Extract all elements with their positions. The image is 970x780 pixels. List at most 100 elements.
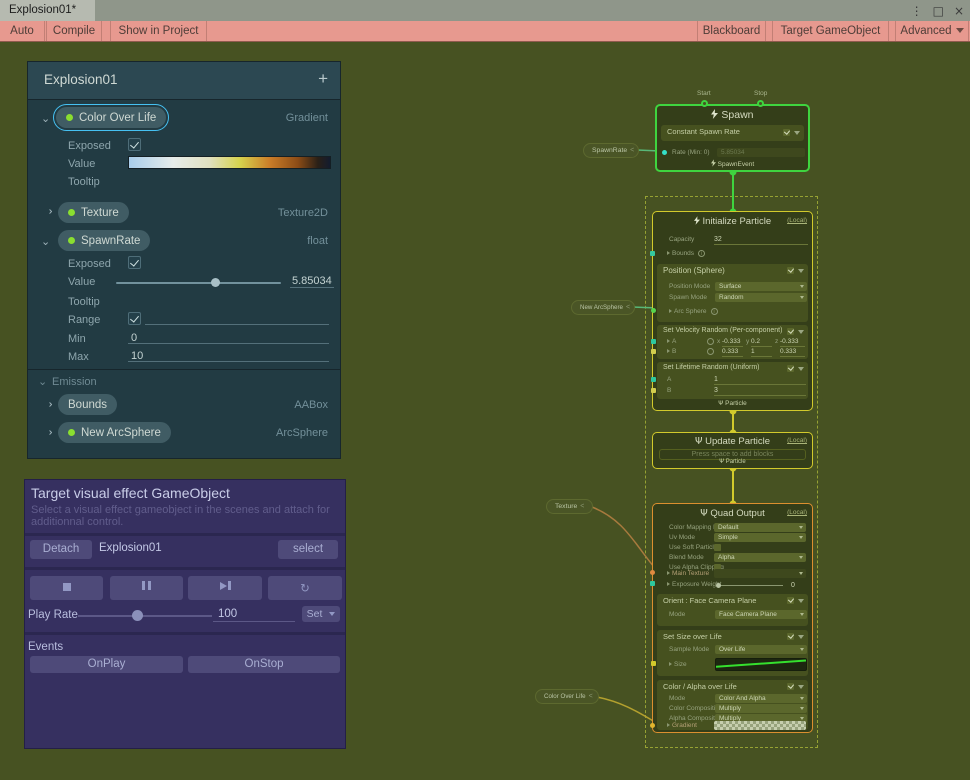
category-emission[interactable]: Emission: [52, 376, 97, 388]
space-local-link[interactable]: (Local): [787, 437, 807, 444]
expander-icon[interactable]: [667, 582, 670, 586]
block-enabled-checkbox[interactable]: [787, 365, 794, 372]
constant-spawn-rate-block[interactable]: Constant Spawn Rate: [661, 125, 804, 141]
bounds-input-port[interactable]: [650, 251, 655, 256]
chevron-right-icon[interactable]: ⌄: [42, 400, 55, 409]
velocity-b-input-port[interactable]: [651, 349, 656, 354]
window-menu-icon[interactable]: ⋮: [911, 4, 923, 18]
expander-icon[interactable]: [667, 571, 670, 575]
lifetime-a-field[interactable]: 1: [714, 375, 806, 385]
parameter-texture[interactable]: Texture: [58, 202, 129, 223]
play-rate-slider-thumb[interactable]: [132, 610, 143, 621]
sample-mode-dropdown[interactable]: Over Life: [715, 645, 807, 654]
step-button[interactable]: [188, 576, 262, 600]
stop-port[interactable]: [757, 100, 764, 107]
block-collapse-icon[interactable]: [798, 269, 804, 273]
initialize-particle-node[interactable]: Initialize Particle (Local) Capacity 32 …: [652, 211, 813, 411]
advanced-dropdown-button[interactable]: Advanced: [895, 21, 969, 41]
block-collapse-icon[interactable]: [794, 131, 800, 135]
parameter-spawnrate[interactable]: SpawnRate: [58, 230, 150, 251]
main-texture-field[interactable]: [714, 569, 806, 578]
arc-sphere-input-port[interactable]: [651, 308, 656, 313]
orient-block[interactable]: Orient : Face Camera Plane Mode Face Cam…: [657, 594, 808, 626]
spawn-mode-dropdown[interactable]: Random: [715, 293, 807, 302]
exposure-slider[interactable]: [717, 585, 783, 586]
set-rate-button[interactable]: Set: [302, 606, 340, 622]
position-mode-dropdown[interactable]: Surface: [715, 282, 807, 291]
expander-icon[interactable]: [667, 723, 670, 727]
parameter-node-new-arcsphere[interactable]: New ArcSphere <: [571, 300, 635, 315]
spawnevent-output-port-label[interactable]: SpawnEvent: [657, 159, 808, 169]
play-rate-slider[interactable]: [78, 615, 212, 617]
color-mapping-mode-dropdown[interactable]: Default: [714, 523, 806, 532]
quad-output-node[interactable]: Ψ Quad Output (Local) Color Mapping Mode…: [652, 503, 813, 733]
gradient-value-field[interactable]: [714, 721, 806, 730]
parameter-node-spawnrate[interactable]: SpawnRate <: [583, 143, 639, 158]
value-slider[interactable]: [116, 282, 281, 284]
exposed-checkbox[interactable]: [128, 138, 141, 151]
show-in-project-button[interactable]: Show in Project: [110, 21, 207, 41]
use-soft-particle-checkbox[interactable]: [714, 544, 721, 551]
rate-value-field[interactable]: 5.85034: [717, 148, 805, 157]
main-texture-input-port[interactable]: [650, 570, 655, 575]
velocity-a-z-field[interactable]: -0.333: [780, 337, 805, 347]
parameter-bounds[interactable]: Bounds: [58, 394, 117, 415]
parameter-node-color-over-life[interactable]: Color Over Life <: [535, 689, 599, 704]
target-gameobject-panel[interactable]: Target visual effect GameObject Select a…: [25, 480, 345, 748]
expander-icon[interactable]: [667, 251, 670, 255]
max-field[interactable]: 10: [131, 350, 143, 362]
space-local-link[interactable]: (Local): [787, 217, 807, 224]
target-gameobject-toggle-button[interactable]: Target GameObject: [772, 21, 889, 41]
velocity-a-y-field[interactable]: 0.2: [751, 337, 772, 347]
block-enabled-checkbox[interactable]: [787, 633, 794, 640]
block-enabled-checkbox[interactable]: [787, 328, 794, 335]
block-collapse-icon[interactable]: [798, 635, 804, 639]
collapse-chevron-icon[interactable]: <: [630, 147, 634, 154]
gradient-preview[interactable]: [128, 156, 331, 169]
auto-button[interactable]: Auto: [0, 21, 45, 41]
parameter-node-texture[interactable]: Texture <: [546, 499, 593, 514]
tab-explosion01[interactable]: Explosion01*: [0, 0, 95, 21]
size-input-port[interactable]: [651, 661, 656, 666]
block-enabled-checkbox[interactable]: [787, 683, 794, 690]
velocity-a-input-port[interactable]: [651, 339, 656, 344]
range-checkbox[interactable]: [128, 312, 141, 325]
block-collapse-icon[interactable]: [798, 330, 804, 334]
onstop-button[interactable]: OnStop: [188, 656, 340, 673]
spawn-node[interactable]: Start Stop Spawn Constant Spawn Rate Rat…: [655, 104, 810, 172]
blend-mode-dropdown[interactable]: Alpha: [714, 553, 806, 562]
update-particle-node[interactable]: Ψ Update Particle (Local) Press space to…: [652, 432, 813, 469]
add-parameter-button[interactable]: +: [318, 69, 328, 89]
orient-mode-dropdown[interactable]: Face Camera Plane: [715, 610, 807, 619]
parameter-color-over-life[interactable]: Color Over Life: [56, 107, 166, 128]
close-icon[interactable]: ×: [954, 4, 964, 18]
blackboard-toggle-button[interactable]: Blackboard: [697, 21, 766, 41]
chevron-down-icon[interactable]: ⌄: [41, 112, 50, 125]
expander-icon[interactable]: [667, 339, 670, 343]
block-enabled-checkbox[interactable]: [787, 267, 794, 274]
chevron-down-icon[interactable]: ⌄: [38, 375, 47, 388]
lifetime-b-input-port[interactable]: [651, 388, 656, 393]
velocity-b-x-field[interactable]: 0.333: [722, 347, 743, 357]
block-collapse-icon[interactable]: [798, 685, 804, 689]
velocity-a-x-field[interactable]: -0.333: [722, 337, 743, 347]
chevron-down-icon[interactable]: ⌄: [41, 235, 50, 248]
collapse-chevron-icon[interactable]: <: [626, 304, 630, 311]
expander-icon[interactable]: [669, 309, 672, 313]
expander-icon[interactable]: [667, 349, 670, 353]
gradient-input-port[interactable]: [650, 723, 655, 728]
exposure-slider-thumb[interactable]: [716, 583, 721, 588]
color-mode-dropdown[interactable]: Color And Alpha: [715, 694, 807, 703]
set-size-over-life-block[interactable]: Set Size over Life Sample Mode Over Life…: [657, 630, 808, 676]
color-composition-dropdown[interactable]: Multiply: [715, 704, 807, 713]
block-collapse-icon[interactable]: [798, 599, 804, 603]
collapse-chevron-icon[interactable]: <: [580, 503, 584, 510]
velocity-b-z-field[interactable]: 0.333: [780, 347, 805, 357]
pause-button[interactable]: [110, 576, 183, 600]
set-velocity-random-block[interactable]: Set Velocity Random (Per-component) A x …: [657, 325, 808, 359]
block-enabled-checkbox[interactable]: [783, 129, 790, 136]
select-button[interactable]: select: [278, 540, 338, 559]
compile-button[interactable]: Compile: [46, 21, 102, 41]
blackboard-panel[interactable]: Explosion01 + ⌄ Color Over Life Gradient…: [28, 62, 340, 458]
block-enabled-checkbox[interactable]: [787, 597, 794, 604]
